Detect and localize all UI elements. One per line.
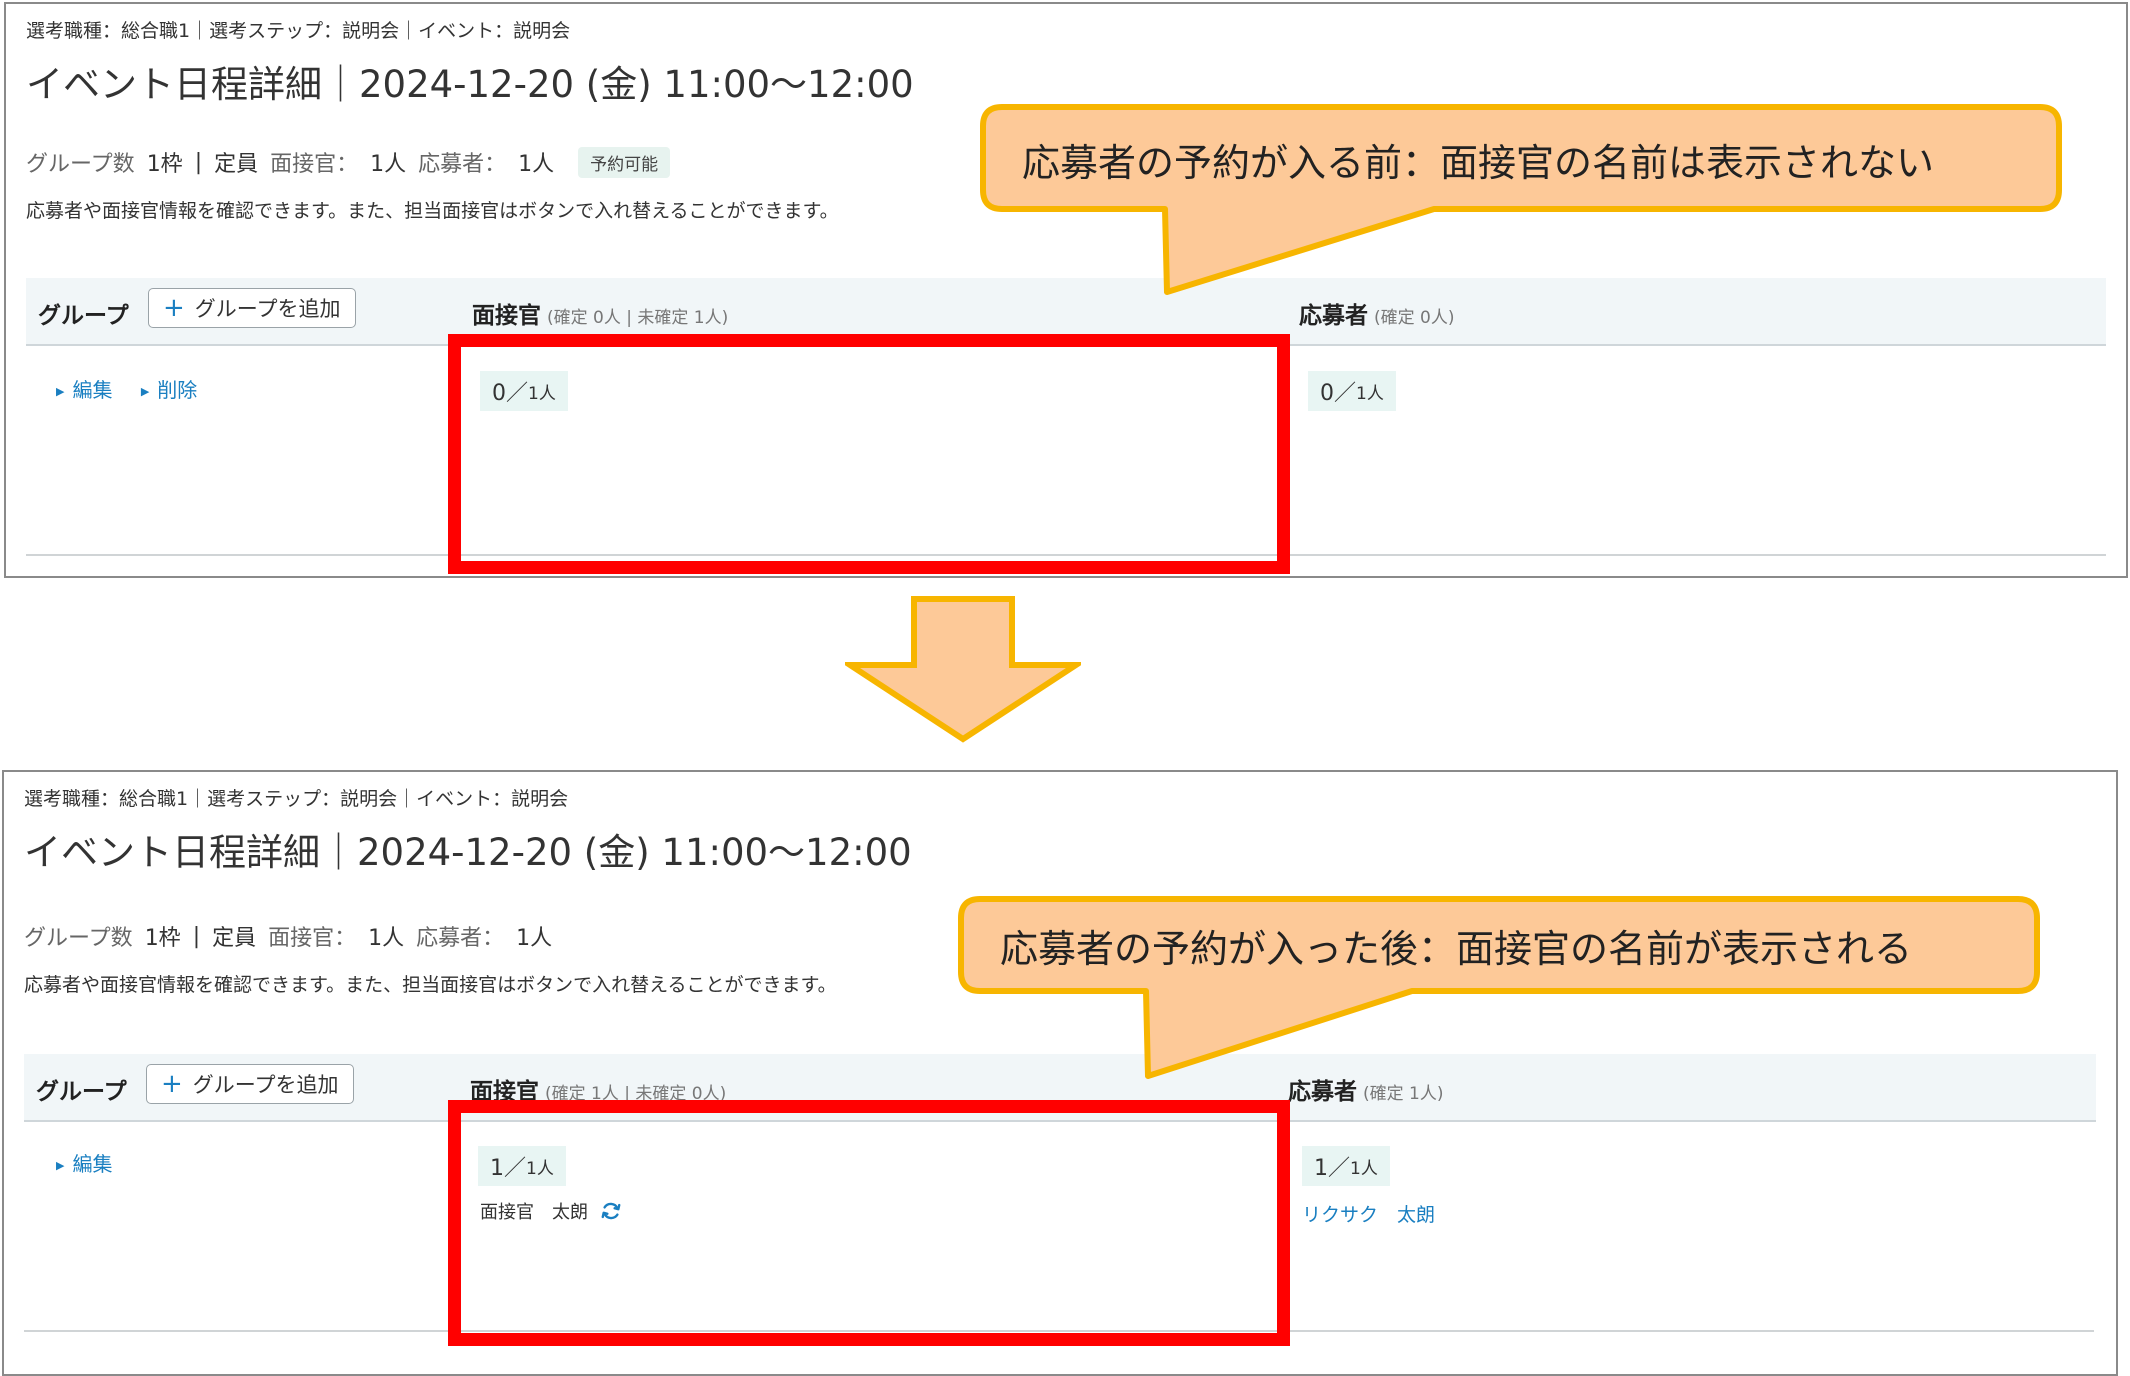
capacity-stats: グループ数 1枠 | 定員 面接官： 1人 応募者： 1人	[24, 920, 552, 952]
applicant-header-sub: (確定 1人)	[1363, 1084, 1444, 1104]
interviewer-highlight-box	[448, 1100, 1290, 1346]
group-count-label: グループ数	[26, 152, 135, 177]
interviewer-header-label: 面接官	[472, 303, 541, 329]
add-group-label: グループを追加	[192, 1073, 339, 1097]
edit-link[interactable]: ▶ 編集	[56, 1152, 112, 1176]
interviewer-highlight-box	[448, 334, 1290, 574]
delete-link[interactable]: ▶ 削除	[141, 378, 197, 402]
interviewer-header-sub: (確定 0人 | 未確定 1人)	[547, 308, 729, 328]
applicant-capacity-value: 1人	[516, 926, 553, 951]
applicant-header-label: 応募者	[1299, 303, 1368, 329]
capacity-label: 定員	[212, 926, 257, 951]
group-actions: ▶ 編集	[56, 1148, 134, 1177]
plus-icon: +	[163, 293, 185, 323]
group-column-header: グループ	[38, 303, 129, 329]
group-count-value: 1枠	[146, 152, 183, 177]
add-group-label: グループを追加	[194, 297, 341, 321]
page-description: 応募者や面接官情報を確認できます。また、担当面接官はボタンで入れ替えることができ…	[24, 974, 837, 996]
applicant-count: 0／ 1人	[1308, 371, 1396, 411]
callout-before: 応募者の予約が入る前：面接官の名前は表示されない	[980, 104, 2062, 295]
page-title: イベント日程詳細｜2024-12-20 (金) 11:00〜12:00	[26, 63, 914, 106]
interviewer-capacity-value: 1人	[370, 152, 407, 177]
callout-after-text: 応募者の予約が入った後：面接官の名前が表示される	[1000, 927, 1913, 971]
interviewer-column-header: 面接官 (確定 0人 | 未確定 1人)	[472, 296, 728, 330]
applicant-capacity-value: 1人	[518, 152, 555, 177]
group-count-value: 1枠	[144, 926, 181, 951]
down-arrow-icon	[845, 596, 1081, 743]
add-group-button[interactable]: + グループを追加	[146, 1064, 354, 1104]
callout-before-text: 応募者の予約が入る前：面接官の名前は表示されない	[1022, 141, 1935, 185]
plus-icon: +	[161, 1069, 183, 1099]
capacity-stats: グループ数 1枠 | 定員 面接官： 1人 応募者： 1人 予約可能	[26, 146, 671, 178]
group-count-label: グループ数	[24, 926, 133, 951]
callout-after: 応募者の予約が入った後：面接官の名前が表示される	[958, 896, 2040, 1080]
add-group-button[interactable]: + グループを追加	[148, 288, 356, 328]
applicant-capacity-label: 応募者：	[416, 926, 505, 951]
applicant-count: 1／ 1人	[1302, 1146, 1390, 1186]
breadcrumb: 選考職種：総合職1｜選考ステップ：説明会｜イベント：説明会	[26, 20, 571, 42]
applicant-header-label: 応募者	[1288, 1079, 1357, 1105]
interviewer-capacity-label: 面接官：	[270, 152, 359, 177]
applicant-column-header: 応募者 (確定 0人)	[1299, 296, 1454, 330]
group-column-header: グループ	[36, 1079, 127, 1105]
stats-separator: |	[192, 923, 201, 949]
group-actions: ▶ 編集 ▶ 削除	[56, 374, 219, 403]
interviewer-capacity-label: 面接官：	[268, 926, 357, 951]
capacity-label: 定員	[214, 152, 259, 177]
breadcrumb: 選考職種：総合職1｜選考ステップ：説明会｜イベント：説明会	[24, 788, 569, 810]
applicant-capacity-label: 応募者：	[418, 152, 507, 177]
caret-right-icon: ▶	[140, 385, 150, 398]
page-title: イベント日程詳細｜2024-12-20 (金) 11:00〜12:00	[24, 831, 912, 874]
interviewer-capacity-value: 1人	[368, 926, 405, 951]
caret-right-icon: ▶	[56, 385, 65, 398]
page-description: 応募者や面接官情報を確認できます。また、担当面接官はボタンで入れ替えることができ…	[26, 200, 839, 222]
stats-separator: |	[194, 149, 203, 175]
edit-link[interactable]: ▶ 編集	[56, 378, 112, 402]
status-badge: 予約可能	[578, 146, 671, 178]
applicant-header-sub: (確定 0人)	[1374, 308, 1455, 328]
applicant-name-link[interactable]: リクサク 太朗	[1302, 1200, 1435, 1227]
caret-right-icon: ▶	[56, 1159, 65, 1172]
